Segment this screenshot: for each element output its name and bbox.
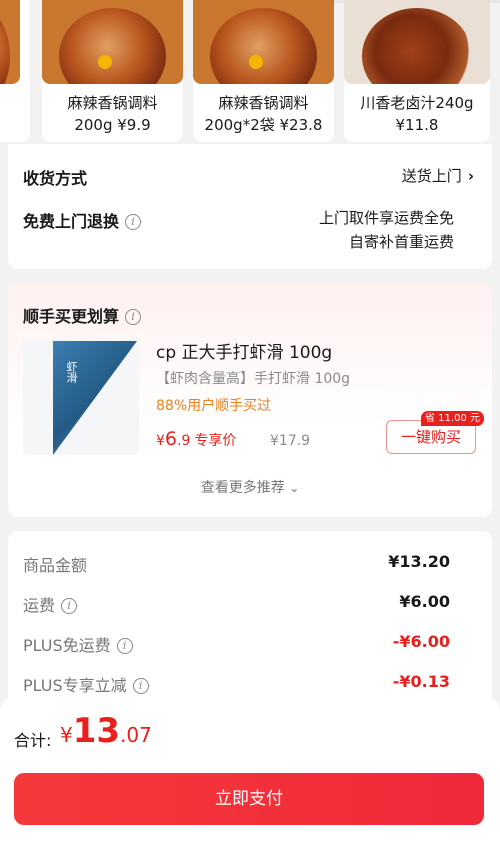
- shrimp-product-image[interactable]: 虾滑: [23, 339, 139, 455]
- info-icon[interactable]: i: [125, 214, 142, 230]
- total-currency: ¥: [60, 723, 73, 747]
- product-name: 麻辣香锅调料: [67, 94, 158, 112]
- plus-discount-row: PLUS专享立减 i: [23, 672, 149, 696]
- original-price: ¥17.9: [270, 433, 311, 449]
- recommend-price: ¥6.9 专享价: [156, 428, 236, 450]
- recommended-products-carousel: 麻辣香锅调料 200g ¥9.9 麻辣香锅调料 200g*2袋 ¥23.8 川香…: [0, 0, 500, 150]
- recommend-product-subtitle: 【虾肉含量高】手打虾滑 100g: [156, 371, 351, 387]
- plus-discount-label: PLUS专享立减: [23, 676, 127, 695]
- plus-free-shipping-row: PLUS免运费 i: [23, 632, 133, 656]
- info-icon[interactable]: i: [125, 309, 142, 325]
- delivery-method-label: 收货方式: [23, 169, 88, 188]
- product-card-partial[interactable]: [0, 0, 30, 142]
- pay-now-button[interactable]: 立即支付: [14, 773, 484, 825]
- shipping-fee-row: 运费 i: [23, 592, 78, 616]
- product-spec-price: 200g*2袋 ¥23.8: [204, 116, 323, 134]
- free-return-label: 免费上门退换: [23, 212, 120, 231]
- free-return-row: 免费上门退换 i: [23, 208, 142, 232]
- product-image: [193, 0, 334, 84]
- product-spec-price: 200g ¥9.9: [74, 116, 151, 134]
- total-integer: 13: [72, 711, 121, 751]
- product-image: [0, 0, 20, 84]
- shipping-fee-label: 运费: [23, 596, 56, 615]
- view-more-recommend-link[interactable]: 查看更多推荐 ⌄: [8, 477, 492, 497]
- view-more-label: 查看更多推荐: [200, 480, 285, 496]
- product-card[interactable]: 麻辣香锅调料 200g ¥9.9: [42, 0, 183, 142]
- price-integer: 6: [164, 428, 178, 450]
- recommend-title-row: 顺手买更划算 i: [23, 303, 142, 327]
- product-image: [344, 0, 490, 84]
- price-decimal: .9: [177, 433, 191, 449]
- delivery-method-value: 送货上门: [401, 167, 462, 185]
- chevron-right-icon: ›: [467, 167, 474, 185]
- product-card[interactable]: 麻辣香锅调料 200g*2袋 ¥23.8: [193, 0, 334, 142]
- price-currency: ¥: [156, 433, 165, 449]
- product-card[interactable]: 川香老卤汁240g ¥11.8: [344, 0, 490, 142]
- product-image: [42, 0, 183, 84]
- exclusive-price-tag: 专享价: [194, 433, 237, 449]
- delivery-method-selector[interactable]: 送货上门 ›: [402, 165, 474, 186]
- free-return-line2: 自寄补首重运费: [348, 233, 454, 251]
- add-on-recommend-card: 顺手买更划算 i 虾滑 cp 正大手打虾滑 100g 【虾肉含量高】手打虾滑 10…: [8, 283, 492, 517]
- info-icon[interactable]: i: [61, 598, 78, 614]
- product-name: 川香老卤汁240g: [360, 94, 474, 112]
- goods-amount-label: 商品金额: [23, 556, 88, 575]
- recommend-title: 顺手买更划算: [23, 307, 120, 326]
- free-return-detail: 上门取件享运费全免 自寄补首重运费: [319, 206, 454, 254]
- total-label: 合计:: [14, 731, 52, 750]
- plus-free-shipping-label: PLUS免运费: [23, 636, 111, 655]
- total-decimal: .07: [120, 723, 152, 747]
- product-spec-price: ¥11.8: [395, 116, 439, 134]
- plus-discount-value: -¥0.13: [392, 672, 450, 691]
- info-icon[interactable]: i: [116, 638, 133, 654]
- delivery-card: 收货方式 送货上门 › 免费上门退换 i 上门取件享运费全免 自寄补首重运费: [8, 144, 492, 269]
- checkout-bar: 合计: ¥13.07 立即支付: [0, 697, 500, 854]
- shipping-fee-value: ¥6.00: [399, 592, 450, 611]
- product-name: 麻辣香锅调料: [218, 94, 309, 112]
- plus-free-shipping-value: -¥6.00: [392, 632, 450, 651]
- recommend-purchase-rate: 88%用户顺手买过: [156, 398, 272, 414]
- free-return-line1: 上门取件享运费全免: [318, 209, 454, 227]
- total-amount: ¥13.07: [60, 711, 152, 751]
- info-icon[interactable]: i: [132, 678, 149, 694]
- recommend-product-name[interactable]: cp 正大手打虾滑 100g: [156, 338, 332, 363]
- chevron-down-icon: ⌄: [289, 481, 300, 495]
- goods-amount-value: ¥13.20: [388, 552, 450, 571]
- savings-badge: 省 11.00 元: [421, 411, 484, 426]
